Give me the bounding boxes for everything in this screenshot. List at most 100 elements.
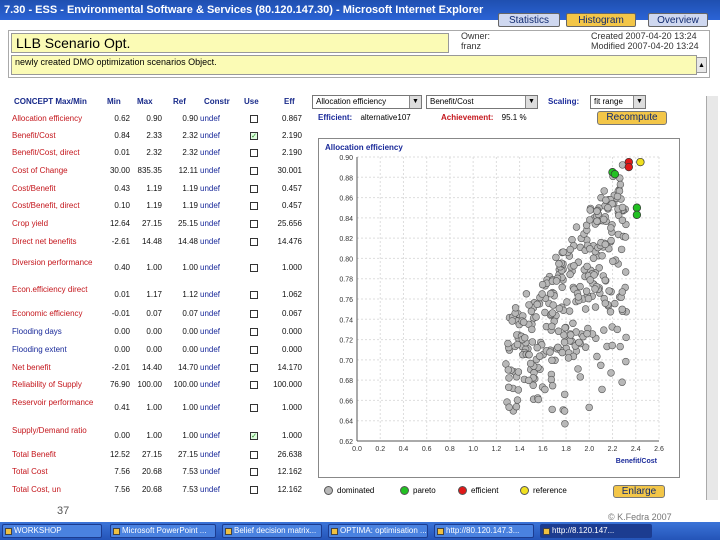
criterion-ref[interactable]: 0.00 <box>168 345 198 354</box>
criterion-constraint[interactable]: undef <box>200 114 220 123</box>
criterion-constraint[interactable]: undef <box>200 219 220 228</box>
criterion-ref[interactable]: 0.07 <box>168 309 198 318</box>
criterion-name[interactable]: Diversion performance <box>12 257 94 268</box>
criterion-name[interactable]: Total Cost <box>12 467 48 476</box>
criterion-name[interactable]: Flooding days <box>12 327 62 336</box>
criterion-name[interactable]: Cost of Change <box>12 166 68 175</box>
criterion-ref[interactable]: 1.19 <box>168 184 198 193</box>
criterion-name[interactable]: Reservoir performance <box>12 397 94 408</box>
use-checkbox[interactable] <box>250 264 258 272</box>
criterion-ref[interactable]: 27.15 <box>168 450 198 459</box>
use-checkbox[interactable] <box>250 220 258 228</box>
criterion-name[interactable]: Direct net benefits <box>12 237 76 246</box>
use-checkbox[interactable] <box>250 115 258 123</box>
criterion-ref[interactable]: 100.00 <box>168 380 198 389</box>
criterion-ref[interactable]: 0.90 <box>168 114 198 123</box>
criterion-name[interactable]: Benefit/Cost <box>12 131 56 140</box>
taskbar-item-optima[interactable]: OPTIMA: optimisation ... <box>328 524 428 538</box>
criterion-name[interactable]: Crop yield <box>12 219 48 228</box>
criterion-ref[interactable]: 0.00 <box>168 327 198 336</box>
criterion-constraint[interactable]: undef <box>200 148 220 157</box>
criterion-constraint[interactable]: undef <box>200 467 220 476</box>
use-checkbox[interactable] <box>250 291 258 299</box>
overview-button[interactable]: Overview <box>648 13 708 27</box>
use-checkbox[interactable] <box>250 486 258 494</box>
criterion-constraint[interactable]: undef <box>200 184 220 193</box>
taskbar-item-workshop[interactable]: WORKSHOP <box>2 524 102 538</box>
criterion-constraint[interactable]: undef <box>200 327 220 336</box>
criterion-constraint[interactable]: undef <box>200 380 220 389</box>
use-checkbox[interactable] <box>250 346 258 354</box>
criterion-name[interactable]: Flooding extent <box>12 345 67 354</box>
scenario-title[interactable]: LLB Scenario Opt. <box>11 33 449 53</box>
criterion-name[interactable]: Total Benefit <box>12 450 56 459</box>
use-checkbox[interactable] <box>250 468 258 476</box>
use-checkbox[interactable] <box>250 364 258 372</box>
taskbar-item-belief[interactable]: Belief decision matrix... <box>222 524 322 538</box>
scenario-description[interactable]: newly created DMO optimization scenarios… <box>11 55 697 75</box>
criterion-ref[interactable]: 1.00 <box>168 263 198 272</box>
criterion-ref[interactable]: 25.15 <box>168 219 198 228</box>
use-checkbox[interactable] <box>250 238 258 246</box>
use-checkbox[interactable] <box>250 451 258 459</box>
use-checkbox[interactable] <box>250 202 258 210</box>
use-checkbox[interactable] <box>250 185 258 193</box>
criterion-constraint[interactable]: undef <box>200 201 220 210</box>
scaling-select[interactable]: fit range ▼ <box>590 95 646 109</box>
recompute-button[interactable]: Recompute <box>597 111 667 125</box>
x-criterion-select[interactable]: Benefit/Cost ▼ <box>426 95 538 109</box>
use-checkbox[interactable]: ✓ <box>250 432 258 440</box>
criterion-constraint[interactable]: undef <box>200 345 220 354</box>
criterion-name[interactable]: Total Cost, un <box>12 485 61 494</box>
criterion-constraint[interactable]: undef <box>200 166 220 175</box>
criterion-constraint[interactable]: undef <box>200 237 220 246</box>
y-criterion-select[interactable]: Allocation efficiency ▼ <box>312 95 422 109</box>
criterion-constraint[interactable]: undef <box>200 403 220 412</box>
criterion-name[interactable]: Benefit/Cost, direct <box>12 148 80 157</box>
use-checkbox[interactable] <box>250 149 258 157</box>
criterion-name[interactable]: Cost/Benefit, direct <box>12 201 80 210</box>
histogram-button[interactable]: Histogram <box>566 13 636 27</box>
criterion-constraint[interactable]: undef <box>200 290 220 299</box>
criterion-constraint[interactable]: undef <box>200 131 220 140</box>
criterion-ref[interactable]: 1.12 <box>168 290 198 299</box>
criterion-constraint[interactable]: undef <box>200 431 220 440</box>
criterion-name[interactable]: Net benefit <box>12 363 51 372</box>
criterion-ref[interactable]: 14.70 <box>168 363 198 372</box>
use-checkbox[interactable] <box>250 167 258 175</box>
criterion-ref[interactable]: 12.11 <box>168 166 198 175</box>
enlarge-button[interactable]: Enlarge <box>613 485 665 498</box>
use-checkbox[interactable] <box>250 328 258 336</box>
criterion-name[interactable]: Econ.efficiency direct <box>12 284 94 295</box>
use-checkbox[interactable] <box>250 310 258 318</box>
description-scroll-arrow-icon[interactable]: ▲ <box>696 57 707 73</box>
header-concept[interactable]: CONCEPT Max/Min <box>14 97 87 106</box>
use-checkbox[interactable]: ✓ <box>250 132 258 140</box>
criterion-ref[interactable]: 1.19 <box>168 201 198 210</box>
scatter-chart[interactable]: 0.620.640.660.680.700.720.740.760.780.80… <box>319 139 679 477</box>
criterion-name[interactable]: Supply/Demand ratio <box>12 425 94 436</box>
criterion-ref[interactable]: 1.00 <box>168 403 198 412</box>
criterion-ref[interactable]: 14.48 <box>168 237 198 246</box>
taskbar-item-http-2[interactable]: http://8.120.147... <box>540 524 652 538</box>
criterion-constraint[interactable]: undef <box>200 450 220 459</box>
criterion-ref[interactable]: 7.53 <box>168 485 198 494</box>
criterion-constraint[interactable]: undef <box>200 309 220 318</box>
criterion-ref[interactable]: 7.53 <box>168 467 198 476</box>
criterion-ref[interactable]: 2.32 <box>168 148 198 157</box>
taskbar-item-http-1[interactable]: http://80.120.147.3... <box>434 524 534 538</box>
page-scrollbar[interactable] <box>706 96 718 500</box>
criterion-constraint[interactable]: undef <box>200 485 220 494</box>
criterion-name[interactable]: Allocation efficiency <box>12 114 82 123</box>
taskbar-item-powerpoint[interactable]: Microsoft PowerPoint ... <box>110 524 216 538</box>
criterion-name[interactable]: Cost/Benefit <box>12 184 56 193</box>
criterion-constraint[interactable]: undef <box>200 263 220 272</box>
use-checkbox[interactable] <box>250 381 258 389</box>
statistics-button[interactable]: Statistics <box>498 13 560 27</box>
criterion-constraint[interactable]: undef <box>200 363 220 372</box>
use-checkbox[interactable] <box>250 404 258 412</box>
scatter-chart-panel[interactable]: 0.62 0.64 0.66 0.68 0.70 0.72 0.74 0.76 0.78 0.80… <box>318 138 680 478</box>
criterion-ref[interactable]: 1.00 <box>168 431 198 440</box>
criterion-ref[interactable]: 2.32 <box>168 131 198 140</box>
criterion-name[interactable]: Economic efficiency <box>12 309 83 318</box>
